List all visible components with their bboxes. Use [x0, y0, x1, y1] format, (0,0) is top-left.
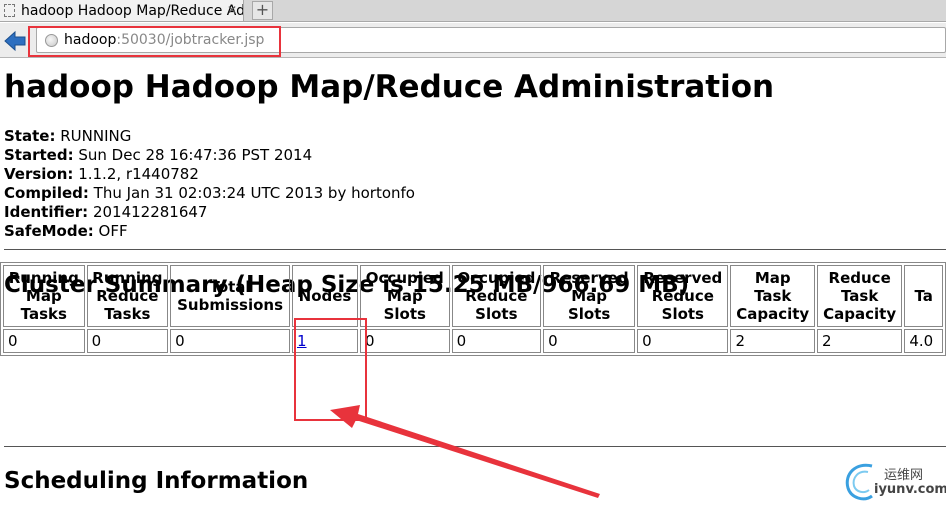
header-reduce-task-capacity: Reduce Task Capacity: [817, 265, 903, 327]
header-map-task-capacity: Map Task Capacity: [730, 265, 815, 327]
info-state: State: RUNNING: [4, 127, 132, 145]
cell-reserved-reduce-slots: 0: [637, 329, 729, 353]
jobtracker-info: State: RUNNING Started: Sun Dec 28 16:47…: [4, 127, 946, 241]
header-occupied-reduce-slots: Occupied Reduce Slots: [451, 265, 542, 327]
divider: [4, 249, 946, 250]
nodes-annotation-box: [294, 318, 367, 421]
page-icon: [4, 4, 15, 17]
back-arrow-icon: [4, 30, 26, 52]
table-row: 0 0 0 1 0 0 0 0 2 2 4.0: [3, 329, 943, 353]
header-reserved-map-slots: Reserved Map Slots: [543, 265, 636, 327]
header-truncated: Ta: [904, 265, 943, 327]
watermark-cn: 运维网: [884, 468, 924, 483]
scheduling-information-title: Scheduling Information: [4, 468, 309, 494]
info-started: Started: Sun Dec 28 16:47:36 PST 2014: [4, 146, 313, 164]
cell-reserved-map-slots: 0: [543, 329, 636, 353]
tab-bar: hadoop Hadoop Map/Reduce Ad... ✕ +: [0, 0, 946, 22]
header-reserved-reduce-slots: Reserved Reduce Slots: [637, 265, 729, 327]
tab-title: hadoop Hadoop Map/Reduce Ad...: [21, 2, 244, 19]
divider: [4, 446, 946, 447]
watermark-logo: 运维网 iyunv.com: [842, 460, 946, 507]
table-header-row: Running Map Tasks Running Reduce Tasks Total…: [3, 265, 943, 327]
cell-running-reduce-tasks: 0: [86, 329, 169, 353]
cluster-summary-table: Running Map Tasks Running Reduce Tasks Total…: [0, 262, 946, 356]
info-compiled: Compiled: Thu Jan 31 02:03:24 UTC 2013 b…: [4, 184, 415, 202]
header-occupied-map-slots: Occupied Map Slots: [360, 265, 450, 327]
header-running-map-tasks: Running Map Tasks: [3, 265, 85, 327]
tab-jobtracker[interactable]: hadoop Hadoop Map/Reduce Ad... ✕: [0, 0, 244, 22]
close-icon[interactable]: ✕: [225, 3, 239, 17]
info-identifier: Identifier: 201412281647: [4, 203, 208, 221]
cell-total-submissions: 0: [170, 329, 290, 353]
cell-occupied-reduce-slots: 0: [451, 329, 542, 353]
cell-reduce-task-capacity: 2: [817, 329, 903, 353]
cell-running-map-tasks: 0: [3, 329, 85, 353]
header-running-reduce-tasks: Running Reduce Tasks: [86, 265, 169, 327]
cell-truncated: 4.0: [904, 329, 943, 353]
cell-occupied-map-slots: 0: [360, 329, 450, 353]
watermark-en: iyunv.com: [874, 482, 946, 497]
info-version: Version: 1.1.2, r1440782: [4, 165, 199, 183]
info-safemode: SafeMode: OFF: [4, 222, 128, 240]
url-annotation-box: [28, 26, 281, 57]
new-tab-button[interactable]: +: [252, 1, 273, 20]
page-title: hadoop Hadoop Map/Reduce Administration: [4, 69, 775, 105]
cell-map-task-capacity: 2: [730, 329, 815, 353]
header-total-submissions: Total Submissions: [170, 265, 290, 327]
back-button[interactable]: [3, 30, 27, 52]
